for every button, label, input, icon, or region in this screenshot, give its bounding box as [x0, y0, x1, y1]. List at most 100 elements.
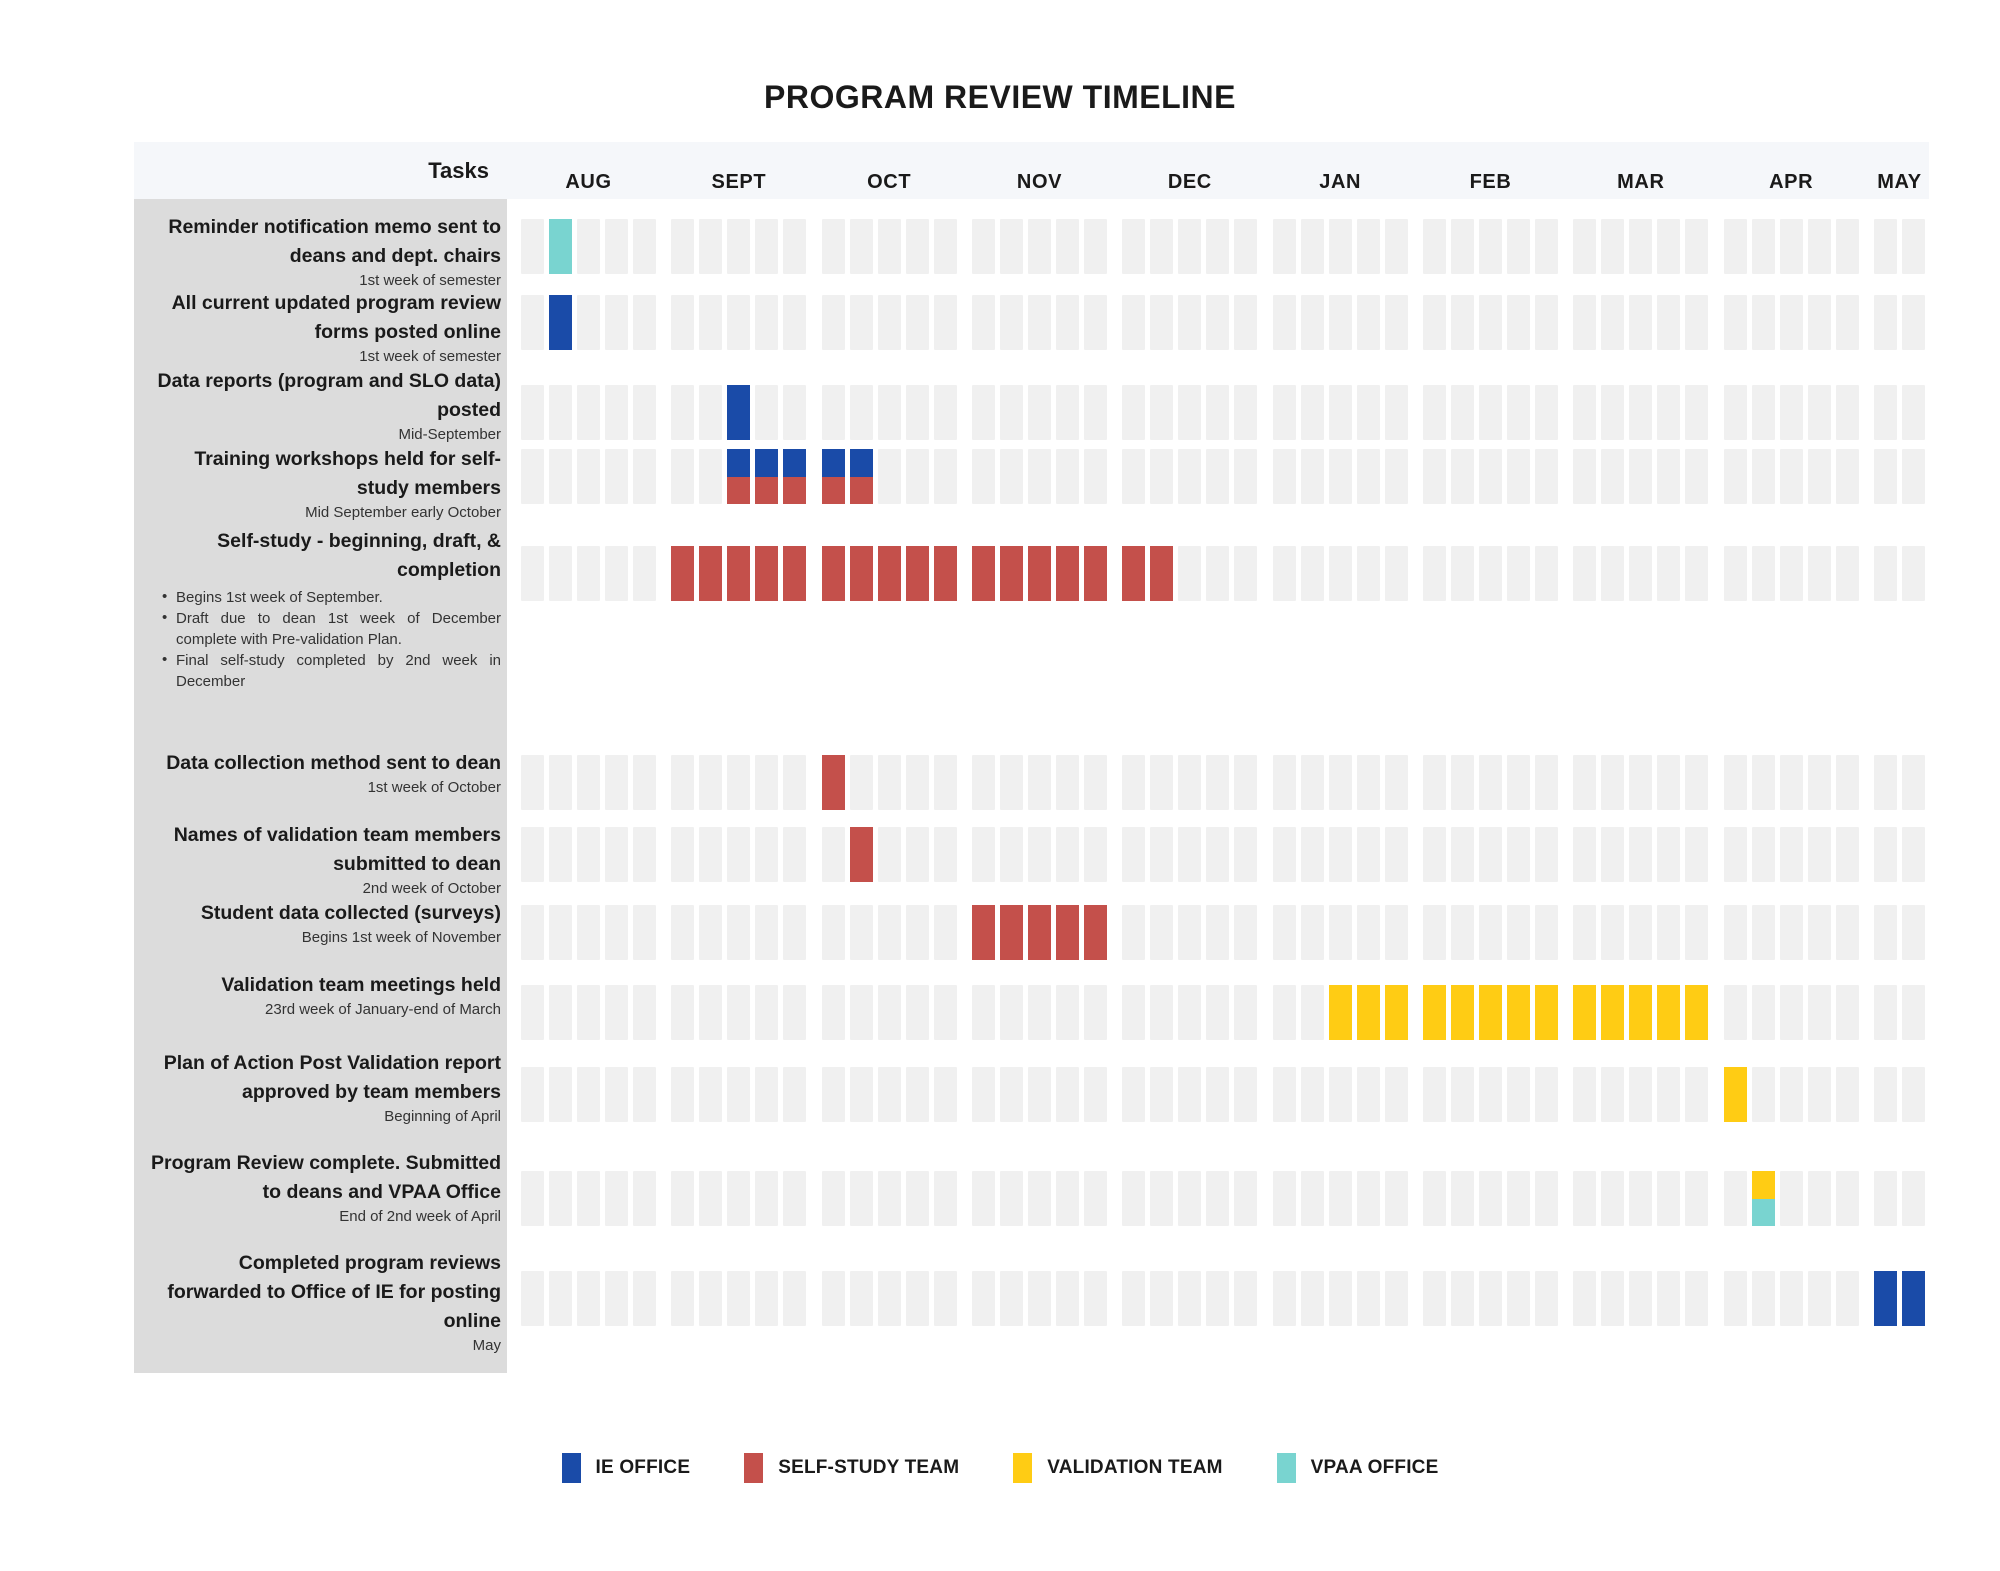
- week-cell: [1000, 385, 1023, 440]
- task-title: Names of validation team members submitt…: [173, 824, 501, 875]
- bar-segment-self-study-team: [972, 905, 995, 960]
- week-cell: [605, 449, 628, 504]
- week-cell: [1384, 295, 1408, 350]
- legend-item-self-study-team[interactable]: SELF-STUDY TEAM: [744, 1453, 959, 1483]
- week-cell: [1451, 905, 1474, 960]
- week-cell: [1601, 385, 1625, 440]
- week-cell: [1835, 295, 1859, 350]
- week-cell: [577, 1067, 600, 1122]
- week-cell: [577, 905, 600, 960]
- week-cell: [905, 219, 929, 274]
- week-cell: [1629, 295, 1653, 350]
- week-cell: [577, 546, 600, 601]
- task-title: Training workshops held for self-study m…: [194, 448, 501, 499]
- week-cell: [1479, 905, 1502, 960]
- week-cell: [1657, 827, 1681, 882]
- week-cell: [1451, 755, 1474, 810]
- week-cell: [1178, 1171, 1202, 1226]
- week-cell: [1807, 1171, 1831, 1226]
- week-cell: [905, 985, 929, 1040]
- week-cell: [783, 827, 807, 882]
- bar-segment-self-study-team: [1150, 546, 1174, 601]
- week-cell: [1300, 1271, 1324, 1326]
- week-cell: [1122, 827, 1146, 882]
- week-cell: [821, 1271, 845, 1326]
- week-cell: [1601, 755, 1625, 810]
- week-cell: [1479, 546, 1502, 601]
- week-cell: [577, 219, 600, 274]
- task-label-cell: Student data collected (surveys) Begins 1…: [134, 893, 507, 950]
- week-cell: [521, 1271, 544, 1326]
- task-bar: [783, 546, 807, 601]
- week-cell: [1451, 219, 1474, 274]
- week-cell: [1902, 219, 1925, 274]
- task-title: Plan of Action Post Validation report ap…: [163, 1052, 501, 1103]
- bar-segment-self-study-team: [821, 546, 845, 601]
- week-cell: [933, 385, 957, 440]
- week-cell: [1150, 449, 1174, 504]
- legend-item-ie-office[interactable]: IE OFFICE: [561, 1453, 691, 1483]
- week-cell: [521, 1067, 544, 1122]
- task-bullet: Draft due to dean 1st week of December c…: [162, 607, 501, 650]
- task-bar: [755, 449, 779, 504]
- week-cell: [1685, 755, 1709, 810]
- week-cell: [605, 1271, 628, 1326]
- week-cell: [1056, 985, 1079, 1040]
- bar-segment-ie-office: [821, 449, 845, 477]
- week-cell: [783, 295, 807, 350]
- week-cell: [633, 905, 656, 960]
- week-cell: [727, 295, 751, 350]
- week-cell: [521, 385, 544, 440]
- task-bar: [1573, 985, 1597, 1040]
- task-bar: [905, 546, 929, 601]
- week-cell: [1056, 449, 1079, 504]
- week-cell: [1328, 449, 1352, 504]
- legend-item-validation-team[interactable]: VALIDATION TEAM: [1013, 1453, 1222, 1483]
- week-cell: [1601, 905, 1625, 960]
- week-cell: [1629, 1067, 1653, 1122]
- month-header-dec: DEC: [1167, 170, 1212, 193]
- week-cell: [1573, 755, 1597, 810]
- week-cell: [699, 827, 723, 882]
- week-cell: [1657, 755, 1681, 810]
- week-cell: [1150, 1067, 1174, 1122]
- week-cell: [1056, 295, 1079, 350]
- week-cell: [521, 546, 544, 601]
- task-label-cell: Data reports (program and SLO data) post…: [134, 361, 507, 447]
- week-cell: [671, 1067, 695, 1122]
- week-cell: [1807, 385, 1831, 440]
- week-cell: [1902, 546, 1925, 601]
- week-cell: [521, 827, 544, 882]
- task-bar: [1751, 1171, 1775, 1226]
- week-cell: [1535, 905, 1558, 960]
- task-bar: [1535, 985, 1558, 1040]
- week-cell: [1629, 755, 1653, 810]
- week-cell: [1751, 1067, 1775, 1122]
- week-cell: [1122, 219, 1146, 274]
- week-cell: [605, 219, 628, 274]
- week-cell: [1902, 827, 1925, 882]
- week-cell: [699, 385, 723, 440]
- bar-segment-self-study-team: [905, 546, 929, 601]
- bar-segment-self-study-team: [877, 546, 901, 601]
- task-bar: [1451, 985, 1474, 1040]
- week-cell: [1902, 449, 1925, 504]
- week-cell: [1685, 1067, 1709, 1122]
- bar-segment-self-study-team: [849, 546, 873, 601]
- week-cell: [905, 1067, 929, 1122]
- week-cell: [1535, 1067, 1558, 1122]
- week-cell: [1657, 385, 1681, 440]
- task-bar: [1084, 546, 1107, 601]
- week-cell: [1685, 385, 1709, 440]
- task-subtitle: Begins 1st week of November: [301, 929, 501, 946]
- week-cell: [1384, 546, 1408, 601]
- week-cell: [1206, 219, 1230, 274]
- week-cell: [1234, 755, 1258, 810]
- week-cell: [1835, 219, 1859, 274]
- week-cell: [1356, 755, 1380, 810]
- task-title: Program Review complete. Submitted to de…: [150, 1152, 501, 1203]
- task-title: Reminder notification memo sent to deans…: [168, 216, 501, 267]
- week-cell: [1122, 905, 1146, 960]
- legend-item-vpaa-office[interactable]: VPAA OFFICE: [1276, 1453, 1439, 1483]
- week-cell: [783, 1271, 807, 1326]
